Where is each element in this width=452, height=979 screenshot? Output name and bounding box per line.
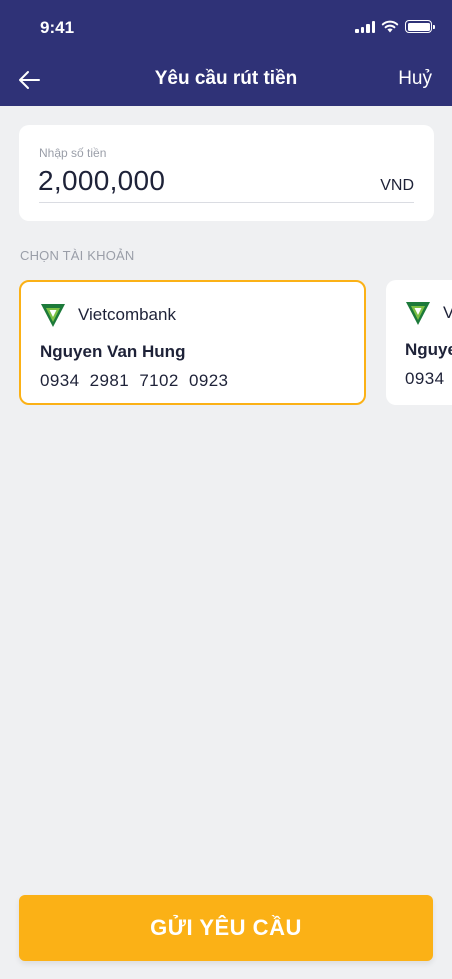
status-bar: 9:41 — [0, 0, 452, 56]
amount-input-card: Nhập số tiền 2,000,000 VND — [19, 125, 434, 221]
battery-icon — [405, 20, 435, 33]
account-holder-name: Nguyen Van Hung — [405, 340, 452, 359]
account-card-selected[interactable]: Vietcombank Nguyen Van Hung 0934 2981 71… — [19, 280, 366, 405]
page-title: Yêu cầu rút tiền — [154, 68, 298, 89]
section-label-accounts: CHỌN TÀI KHOẢN — [20, 248, 135, 263]
bank-row: Vietcombank — [40, 302, 176, 328]
bank-name: Vietcombank — [78, 305, 176, 324]
vietcombank-logo-icon — [41, 304, 65, 327]
input-underline — [39, 202, 414, 203]
bank-name: Vietcombank — [443, 303, 452, 322]
vietcombank-logo-icon — [406, 302, 430, 325]
status-time: 9:41 — [40, 18, 75, 37]
account-holder-name: Nguyen Van Hung — [40, 342, 186, 361]
account-number: 0934 2981 7102 0923 — [405, 369, 445, 388]
amount-input[interactable]: 2,000,000 — [38, 165, 165, 197]
amount-label: Nhập số tiền — [39, 146, 107, 160]
currency-unit: VND — [380, 177, 414, 194]
submit-request-button[interactable]: GỬI YÊU CẦU — [19, 895, 433, 961]
account-number: 0934 2981 7102 0923 — [40, 371, 229, 390]
nav-bar: Yêu cầu rút tiền Huỷ — [0, 56, 452, 104]
cellular-signal-icon — [355, 20, 375, 33]
status-icons — [355, 20, 435, 33]
app-header: 9:41 Yêu cầu rút tiền Huỷ — [0, 0, 452, 106]
wifi-icon — [381, 20, 399, 33]
account-card[interactable]: Vietcombank Nguyen Van Hung 0934 2981 71… — [386, 280, 452, 405]
cancel-button[interactable]: Huỷ — [398, 68, 432, 90]
bank-row: Vietcombank — [405, 300, 452, 326]
account-carousel[interactable]: Vietcombank Nguyen Van Hung 0934 2981 71… — [0, 280, 452, 406]
